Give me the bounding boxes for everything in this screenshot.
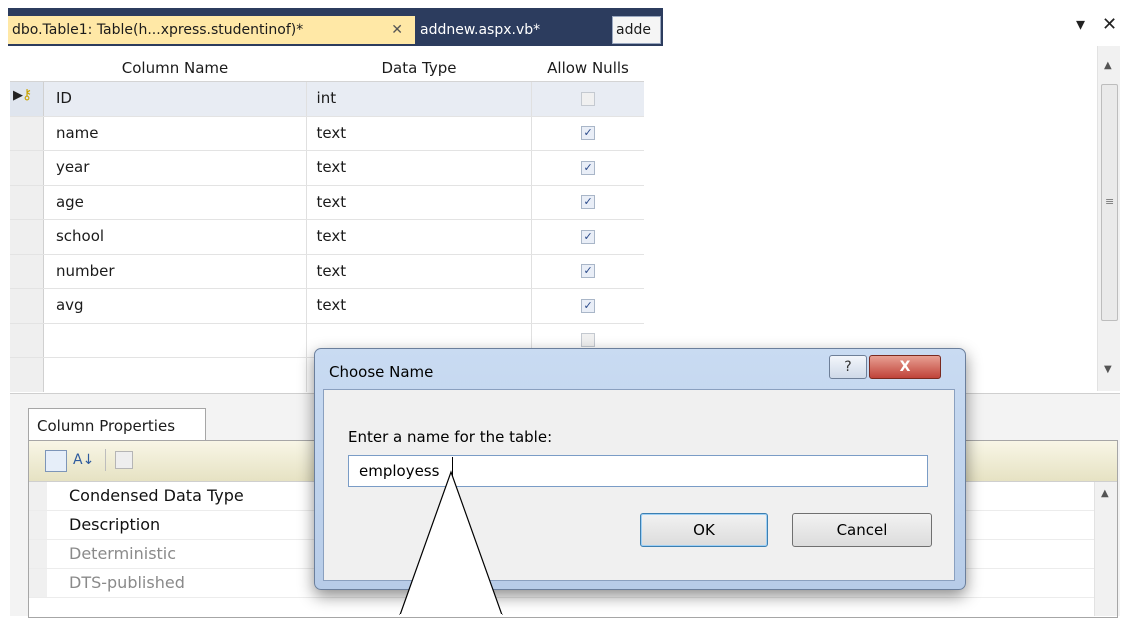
grip-icon: ≡	[1105, 195, 1115, 208]
allow-nulls-checkbox[interactable]: ✓	[581, 264, 596, 279]
row-selector[interactable]	[10, 116, 44, 150]
table-row[interactable]: avg text ✓	[10, 289, 644, 324]
help-button[interactable]: ?	[829, 355, 867, 379]
data-type-cell[interactable]: text	[307, 220, 533, 254]
allow-nulls-checkbox[interactable]: ✓	[581, 195, 596, 210]
column-name-cell[interactable]: number	[44, 254, 307, 288]
table-name-label: Enter a name for the table:	[348, 428, 553, 446]
document-tab-strip: dbo.Table1: Table(h...xpress.studentinof…	[0, 0, 1134, 46]
tab-adde[interactable]: adde	[612, 16, 661, 44]
property-name: Condensed Data Type	[69, 486, 244, 505]
choose-name-dialog: Choose Name ? X Enter a name for the tab…	[314, 348, 966, 590]
column-grid: Column Name Data Type Allow Nulls ▶ ⚷ ID…	[10, 46, 644, 392]
allow-nulls-checkbox[interactable]: ✓	[581, 229, 596, 244]
dialog-body: Enter a name for the table: OK Cancel	[323, 389, 955, 581]
toolbar-separator	[105, 449, 106, 471]
column-name-header[interactable]: Column Name	[44, 46, 306, 81]
data-type-cell[interactable]: text	[307, 116, 533, 150]
row-selector[interactable]	[10, 254, 44, 288]
column-name-cell[interactable]: ID	[44, 82, 307, 116]
tab-addnew-aspx-vb[interactable]: addnew.aspx.vb*	[420, 16, 600, 44]
sort-az-icon[interactable]: A↓	[73, 449, 94, 471]
row-selector[interactable]	[10, 185, 44, 219]
data-type-cell[interactable]: int	[307, 82, 533, 116]
table-row[interactable]: age text ✓	[10, 185, 644, 220]
row-selector[interactable]	[10, 323, 44, 357]
categorized-icon[interactable]	[45, 450, 67, 472]
allow-nulls-checkbox[interactable]: ✓	[581, 298, 596, 313]
row-selector[interactable]	[10, 151, 44, 185]
allow-nulls-cell: ✓	[532, 220, 644, 254]
allow-nulls-cell: ✓	[532, 186, 644, 220]
scroll-up-icon[interactable]: ▲	[1104, 60, 1112, 71]
property-gutter	[29, 540, 47, 568]
allow-nulls-checkbox[interactable]	[581, 91, 596, 106]
row-selector[interactable]: ▶ ⚷	[10, 82, 44, 116]
tab-column-properties[interactable]: Column Properties	[28, 408, 206, 441]
column-name-cell[interactable]: name	[44, 116, 307, 150]
row-selector[interactable]	[10, 289, 44, 323]
allow-nulls-checkbox[interactable]: ✓	[581, 126, 596, 141]
dialog-title: Choose Name	[329, 363, 434, 381]
data-type-header[interactable]: Data Type	[306, 46, 532, 81]
property-name: Deterministic	[69, 544, 177, 563]
row-selector[interactable]	[10, 220, 44, 254]
properties-scrollbar[interactable]: ▲	[1094, 482, 1117, 616]
allow-nulls-header[interactable]: Allow Nulls	[532, 46, 644, 81]
column-name-cell[interactable]: avg	[44, 289, 307, 323]
tab-table-designer[interactable]: dbo.Table1: Table(h...xpress.studentinof…	[8, 16, 415, 44]
column-name-cell[interactable]: year	[44, 151, 307, 185]
allow-nulls-checkbox[interactable]	[581, 333, 596, 348]
cancel-button[interactable]: Cancel	[792, 513, 932, 547]
tab-label: dbo.Table1: Table(h...xpress.studentinof…	[12, 22, 304, 38]
dialog-close-button[interactable]: X	[869, 355, 941, 379]
table-row[interactable]: number text ✓	[10, 254, 644, 289]
column-name-cell[interactable]: school	[44, 220, 307, 254]
designer-scrollbar[interactable]: ▲ ≡ ▼	[1097, 46, 1120, 391]
column-name-cell[interactable]	[44, 358, 307, 392]
table-row[interactable]: year text ✓	[10, 151, 644, 186]
allow-nulls-cell: ✓	[532, 117, 644, 151]
data-type-cell[interactable]: text	[307, 289, 533, 323]
window-close-icon[interactable]: ✕	[1102, 14, 1117, 35]
key-icon: ⚷	[22, 87, 33, 103]
column-name-cell[interactable]: age	[44, 185, 307, 219]
table-designer: Column Name Data Type Allow Nulls ▶ ⚷ ID…	[10, 46, 1116, 396]
data-type-cell[interactable]: text	[307, 254, 533, 288]
window-dropdown-icon[interactable]: ▾	[1076, 14, 1085, 35]
table-row[interactable]: school text ✓	[10, 220, 644, 255]
property-name: Description	[69, 515, 161, 534]
text-caret	[452, 457, 453, 483]
table-name-input[interactable]	[348, 455, 928, 487]
allow-nulls-cell: ✓	[532, 289, 644, 323]
property-gutter	[29, 482, 47, 510]
property-pages-icon[interactable]	[115, 451, 133, 469]
row-header-corner	[10, 46, 44, 81]
table-row[interactable]: ▶ ⚷ ID int	[10, 82, 644, 117]
scroll-thumb[interactable]: ≡	[1101, 84, 1118, 321]
allow-nulls-cell: ✓	[532, 151, 644, 185]
allow-nulls-cell	[532, 82, 644, 116]
scroll-up-icon[interactable]: ▲	[1101, 488, 1109, 499]
data-type-cell[interactable]: text	[307, 185, 533, 219]
allow-nulls-cell: ✓	[532, 255, 644, 289]
grid-header: Column Name Data Type Allow Nulls	[10, 46, 644, 82]
row-selector[interactable]	[10, 358, 44, 392]
tab-label: adde	[616, 22, 651, 38]
data-type-cell[interactable]: text	[307, 151, 533, 185]
column-name-cell[interactable]	[44, 323, 307, 357]
allow-nulls-checkbox[interactable]: ✓	[581, 160, 596, 175]
property-gutter	[29, 569, 47, 597]
scroll-down-icon[interactable]: ▼	[1104, 364, 1112, 375]
property-name: DTS-published	[69, 573, 185, 592]
ok-button[interactable]: OK	[640, 513, 768, 547]
table-row[interactable]: name text ✓	[10, 116, 644, 151]
property-gutter	[29, 511, 47, 539]
tab-label: addnew.aspx.vb*	[420, 22, 541, 38]
tab-close-icon[interactable]: ✕	[391, 16, 403, 44]
